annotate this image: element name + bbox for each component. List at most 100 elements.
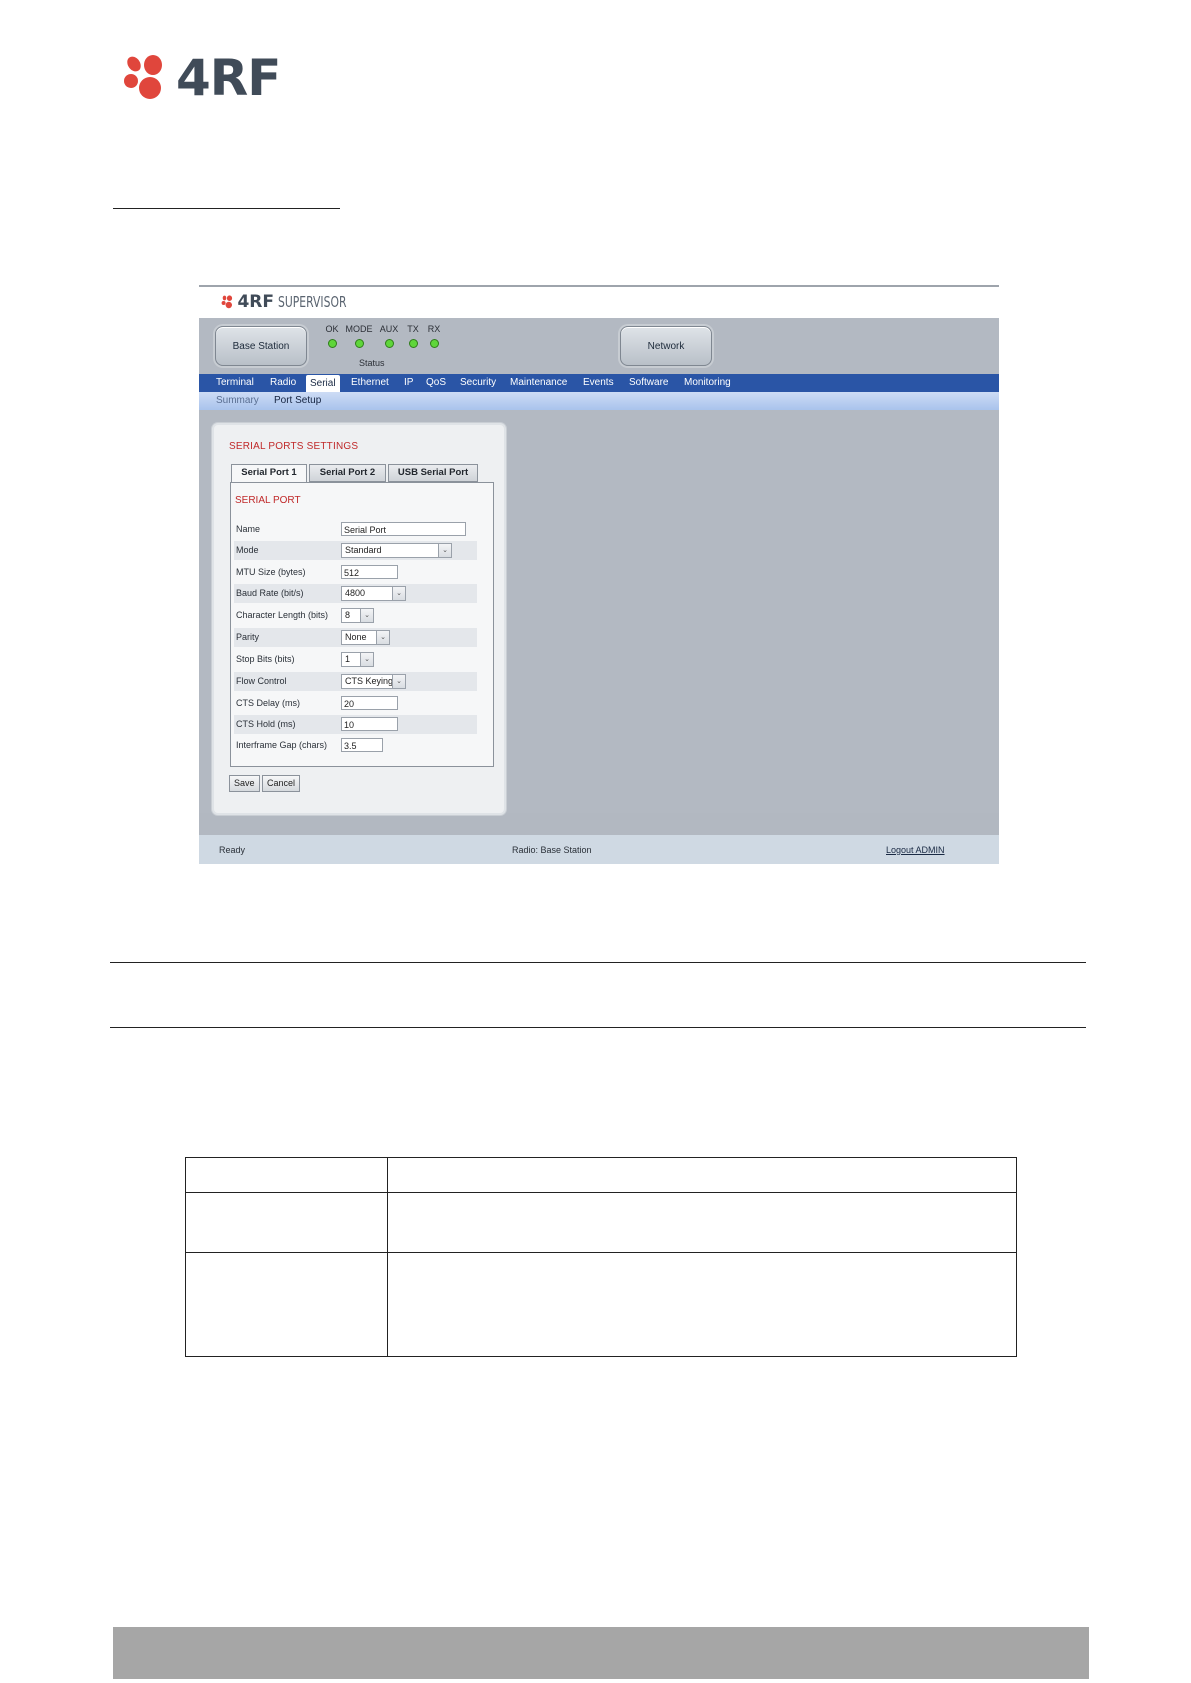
base-station-button[interactable]: Base Station [215,326,307,366]
chevron-down-icon: ⌄ [392,587,405,600]
table-cell [185,1192,388,1253]
save-button[interactable]: Save [229,775,260,792]
field-row-parity: Parity None ⌄ [234,628,477,647]
status-caption: Status [359,358,385,368]
nav-terminal[interactable]: Terminal [216,374,254,392]
field-row-interframe-gap: Interframe Gap (chars) 3.5 [234,736,477,755]
status-bar: Ready Radio: Base Station Logout ADMIN [199,835,999,864]
name-input[interactable]: Serial Port [341,522,466,536]
baud-rate-select[interactable]: 4800 ⌄ [341,586,406,601]
chevron-down-icon: ⌄ [376,631,389,644]
led-indicator-icon [354,339,364,348]
led-indicator-icon [384,339,394,348]
table-cell [387,1192,1017,1253]
table-cell [185,1252,388,1357]
stop-bits-value: 1 [345,654,351,664]
stop-bits-label: Stop Bits (bits) [236,654,295,664]
field-row-name: Name Serial Port [234,520,477,539]
subnav-summary[interactable]: Summary [216,392,259,410]
led-indicator-icon [429,339,439,348]
field-row-stop-bits: Stop Bits (bits) 1 ⌄ [234,650,477,669]
table-row [185,1192,1017,1253]
subnav-port-setup[interactable]: Port Setup [274,392,321,410]
led-indicator-icon [408,339,418,348]
supervisor-brand: 4RF [237,292,274,312]
nav-maintenance[interactable]: Maintenance [510,374,567,392]
heading-underline [113,208,340,209]
nav-qos[interactable]: QoS [426,374,446,392]
cancel-button[interactable]: Cancel [262,775,301,792]
tab-serial-port-1[interactable]: Serial Port 1 [231,464,307,483]
nav-radio[interactable]: Radio [270,374,296,392]
field-row-flow-control: Flow Control CTS Keying ⌄ [234,672,477,691]
parity-label: Parity [236,632,260,642]
panel-title: SERIAL PORTS SETTINGS [229,441,359,452]
mtu-label: MTU Size (bytes) [236,567,306,577]
tab-usb-serial-port[interactable]: USB Serial Port [388,464,478,482]
field-row-cts-delay: CTS Delay (ms) 20 [234,694,477,713]
parity-select[interactable]: None ⌄ [341,630,390,645]
chevron-down-icon: ⌄ [392,675,405,688]
parameter-table [185,1157,1017,1357]
nav-serial[interactable]: Serial [306,375,340,392]
field-row-mtu: MTU Size (bytes) 512 [234,563,477,582]
supervisor-header: 4RF SUPERVISOR [199,287,999,318]
interframe-gap-input[interactable]: 3.5 [341,738,383,752]
logo-petals-icon [221,295,233,309]
mode-select[interactable]: Standard ⌄ [341,543,452,558]
status-toolbar: Base Station OK MODE AUX TX RX Status Ne… [199,318,999,374]
nav-ip[interactable]: IP [404,374,413,392]
logout-link[interactable]: Logout ADMIN [886,845,945,855]
cts-delay-label: CTS Delay (ms) [236,698,301,708]
section-divider-bottom [110,1027,1086,1028]
section-title: SERIAL PORT [235,495,301,506]
nav-ethernet[interactable]: Ethernet [351,374,389,392]
supervisor-logo: 4RF SUPERVISOR [221,292,373,314]
table-row [185,1157,1017,1193]
content-area: SERIAL PORTS SETTINGS Serial Port 1 Seri… [199,410,999,815]
char-length-label: Character Length (bits) [236,610,329,620]
table-cell [387,1157,1017,1193]
field-row-mode: Mode Standard ⌄ [234,541,477,560]
supervisor-product-name: SUPERVISOR [278,293,347,311]
chevron-down-icon: ⌄ [360,653,373,666]
supervisor-screenshot: 4RF SUPERVISOR Base Station OK MODE AUX T… [199,285,999,864]
led-rx: RX [419,323,449,350]
char-length-value: 8 [345,610,351,620]
stop-bits-select[interactable]: 1 ⌄ [341,652,374,667]
field-row-baud-rate: Baud Rate (bit/s) 4800 ⌄ [234,584,477,603]
baud-rate-value: 4800 [345,588,366,598]
led-mode: MODE [344,323,374,350]
name-label: Name [236,524,261,534]
table-cell [185,1157,388,1193]
sub-nav: Summary Port Setup [199,392,999,410]
cts-delay-input[interactable]: 20 [341,696,398,710]
char-length-select[interactable]: 8 ⌄ [341,608,374,623]
flow-control-select[interactable]: CTS Keying ⌄ [341,674,406,689]
mtu-input[interactable]: 512 [341,565,398,579]
nav-monitoring[interactable]: Monitoring [684,374,731,392]
baud-rate-label: Baud Rate (bit/s) [236,588,304,598]
tab-serial-port-2[interactable]: Serial Port 2 [309,464,386,482]
network-button[interactable]: Network [620,326,712,366]
interframe-gap-label: Interframe Gap (chars) [236,740,328,750]
main-nav: Terminal Radio Serial Ethernet IP QoS Se… [199,374,999,392]
flow-control-label: Flow Control [236,676,287,686]
nav-software[interactable]: Software [629,374,668,392]
cts-hold-label: CTS Hold (ms) [236,719,296,729]
mode-label: Mode [236,545,259,555]
flow-control-value: CTS Keying [345,676,394,686]
table-row [185,1252,1017,1357]
led-ok: OK [317,323,347,350]
nav-security[interactable]: Security [460,374,496,392]
status-ready: Ready [219,845,246,855]
cts-hold-input[interactable]: 10 [341,717,398,731]
status-radio: Radio: Base Station [512,845,592,855]
nav-events[interactable]: Events [583,374,614,392]
chevron-down-icon: ⌄ [438,544,451,557]
logo-wordmark: 4RF [176,49,281,107]
serial-port-form: SERIAL PORT Name Serial Port Mode Standa… [230,482,494,767]
field-row-char-length: Character Length (bits) 8 ⌄ [234,606,477,625]
mode-value: Standard [345,545,382,555]
footer-bar [113,1627,1089,1679]
